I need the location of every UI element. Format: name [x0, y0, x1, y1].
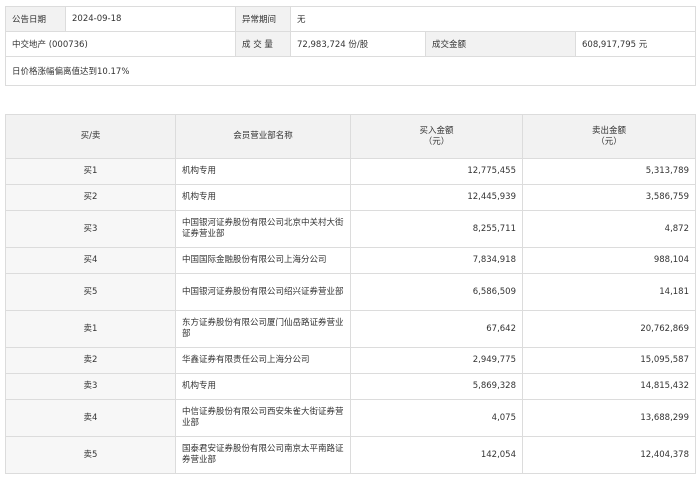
row-sell: 20,762,869: [522, 310, 696, 348]
period-label: 异常期间: [235, 6, 291, 32]
amount-value: 608,917,795 元: [575, 31, 696, 57]
table-header-row: 买/卖 会员营业部名称 买入金额 （元） 卖出金额 （元）: [5, 114, 696, 159]
row-buy: 8,255,711: [350, 210, 523, 248]
row-sell: 4,872: [522, 210, 696, 248]
row-buy: 142,054: [350, 436, 523, 474]
header-sell-line2: （元）: [596, 136, 622, 147]
row-side: 卖3: [5, 373, 176, 400]
amount-label: 成交金额: [425, 31, 576, 57]
info-row-stock: 中交地产 (000736) 成 交 量 72,983,724 份/股 成交金额 …: [5, 31, 696, 57]
table-row: 买2 机构专用 12,445,939 3,586,759: [5, 184, 696, 211]
row-side: 卖1: [5, 310, 176, 348]
header-buy-line1: 买入金额: [419, 125, 454, 136]
row-dept: 机构专用: [175, 184, 351, 211]
row-dept: 中国国际金融股份有限公司上海分公司: [175, 247, 351, 274]
row-sell: 13,688,299: [522, 399, 696, 437]
table-row: 卖1 东方证券股份有限公司厦门仙岳路证券营业部 67,642 20,762,86…: [5, 310, 696, 348]
row-buy: 7,834,918: [350, 247, 523, 274]
row-side: 卖4: [5, 399, 176, 437]
row-sell: 988,104: [522, 247, 696, 274]
header-buy-line2: （元）: [423, 136, 450, 147]
row-sell: 15,095,587: [522, 347, 696, 374]
trading-seats-table: 买/卖 会员营业部名称 买入金额 （元） 卖出金额 （元） 买1 机构专用 12,7…: [5, 114, 696, 474]
row-sell: 14,181: [522, 273, 696, 311]
header-dept: 会员营业部名称: [175, 114, 351, 159]
row-dept: 中国银河证券股份有限公司绍兴证券营业部: [175, 273, 351, 311]
info-row-reason: 日价格涨幅偏离值达到10.17%: [5, 56, 696, 86]
volume-value: 72,983,724 份/股: [290, 31, 426, 57]
row-sell: 3,586,759: [522, 184, 696, 211]
row-side: 买1: [5, 158, 176, 185]
announcement-info-table: 公告日期 2024-09-18 异常期间 无 中交地产 (000736) 成 交…: [5, 6, 696, 86]
row-buy: 6,586,509: [350, 273, 523, 311]
info-row-date: 公告日期 2024-09-18 异常期间 无: [5, 6, 696, 32]
row-sell: 12,404,378: [522, 436, 696, 474]
row-buy: 12,445,939: [350, 184, 523, 211]
header-side: 买/卖: [5, 114, 176, 159]
row-buy: 2,949,775: [350, 347, 523, 374]
table-row: 买5 中国银河证券股份有限公司绍兴证券营业部 6,586,509 14,181: [5, 273, 696, 311]
table-row: 买3 中国银河证券股份有限公司北京中关村大街证券营业部 8,255,711 4,…: [5, 210, 696, 248]
reason-text: 日价格涨幅偏离值达到10.17%: [5, 56, 696, 86]
row-side: 卖5: [5, 436, 176, 474]
date-value: 2024-09-18: [65, 6, 236, 32]
row-sell: 14,815,432: [522, 373, 696, 400]
table-row: 卖2 华鑫证券有限责任公司上海分公司 2,949,775 15,095,587: [5, 347, 696, 374]
row-side: 买4: [5, 247, 176, 274]
row-dept: 东方证券股份有限公司厦门仙岳路证券营业部: [175, 310, 351, 348]
row-dept: 机构专用: [175, 158, 351, 185]
row-dept: 中信证券股份有限公司西安朱雀大街证券营业部: [175, 399, 351, 437]
row-dept: 国泰君安证券股份有限公司南京太平南路证券营业部: [175, 436, 351, 474]
table-row: 买1 机构专用 12,775,455 5,313,789: [5, 158, 696, 185]
row-side: 买5: [5, 273, 176, 311]
row-dept: 华鑫证券有限责任公司上海分公司: [175, 347, 351, 374]
date-label: 公告日期: [5, 6, 66, 32]
row-buy: 67,642: [350, 310, 523, 348]
row-buy: 5,869,328: [350, 373, 523, 400]
table-row: 卖3 机构专用 5,869,328 14,815,432: [5, 373, 696, 400]
row-side: 买2: [5, 184, 176, 211]
row-dept: 中国银河证券股份有限公司北京中关村大街证券营业部: [175, 210, 351, 248]
table-row: 买4 中国国际金融股份有限公司上海分公司 7,834,918 988,104: [5, 247, 696, 274]
header-sell-line1: 卖出金额: [591, 125, 626, 136]
header-buy: 买入金额 （元）: [350, 114, 523, 159]
row-buy: 4,075: [350, 399, 523, 437]
table-row: 卖5 国泰君安证券股份有限公司南京太平南路证券营业部 142,054 12,40…: [5, 436, 696, 474]
stock-name: 中交地产 (000736): [5, 31, 236, 57]
volume-label: 成 交 量: [235, 31, 291, 57]
table-row: 卖4 中信证券股份有限公司西安朱雀大街证券营业部 4,075 13,688,29…: [5, 399, 696, 437]
row-sell: 5,313,789: [522, 158, 696, 185]
period-value: 无: [290, 6, 696, 32]
row-dept: 机构专用: [175, 373, 351, 400]
row-side: 买3: [5, 210, 176, 248]
row-buy: 12,775,455: [350, 158, 523, 185]
row-side: 卖2: [5, 347, 176, 374]
header-sell: 卖出金额 （元）: [522, 114, 696, 159]
